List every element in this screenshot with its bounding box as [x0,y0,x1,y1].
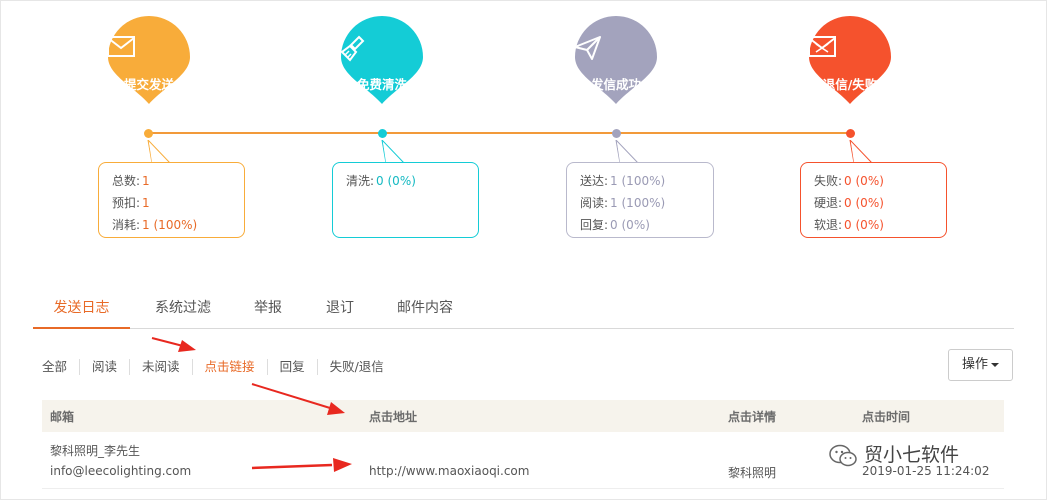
tab-system-filter[interactable]: 系统过滤 [143,290,223,327]
stage-pin-clean: 免费清洗 [339,15,425,105]
stat-row: 阅读: 1 (100%) [567,192,713,214]
caret-down-icon [991,362,999,367]
stat-row: 软退: 0 (0%) [801,214,946,236]
stats-box-submit: 总数: 1 预扣: 1 消耗: 1 (100%) [98,162,245,238]
stat-label: 回复: [580,218,609,232]
stage-label: 退信/失败 [822,77,878,92]
stage-dot-clean [378,129,387,138]
stat-value: 0 (0%) [376,174,416,188]
stat-value: 1 (100%) [142,218,198,232]
tab-send-log[interactable]: 发送日志 [33,290,130,329]
stage-pin-success: 发信成功 [573,15,659,105]
stat-value: 0 (0%) [844,218,884,232]
watermark: 贸小七软件 [828,437,959,473]
stats-box-clean: 清洗: 0 (0%) [332,162,479,238]
stage-label: 免费清洗 [356,77,407,92]
stat-label: 阅读: [580,196,609,210]
stage-dot-submit [144,129,153,138]
stat-label: 硬退: [814,196,843,210]
stat-row: 送达: 1 (100%) [567,170,713,192]
operations-label: 操作 [961,357,988,372]
column-header-click-url: 点击地址 [369,410,418,424]
stat-label: 送达: [580,174,609,188]
stat-row: 失败: 0 (0%) [801,170,946,192]
filter-read[interactable]: 阅读 [79,359,129,375]
watermark-text: 贸小七软件 [864,444,960,466]
column-header-click-detail: 点击详情 [728,410,777,424]
stat-row: 预扣: 1 [99,192,244,214]
filter-bar: 全部 阅读 未阅读 点击链接 回复 失败/退信 [42,359,396,379]
stat-value: 1 (100%) [610,196,666,210]
tab-report[interactable]: 举报 [243,290,293,327]
tab-bar: 发送日志 系统过滤 举报 退订 邮件内容 [33,290,1014,329]
stage-label: 发信成功 [590,77,641,92]
stat-value: 0 (0%) [610,218,650,232]
filter-clicked-link[interactable]: 点击链接 [191,359,267,375]
filter-unread[interactable]: 未阅读 [129,359,192,375]
stage-pin-fail: 退信/失败 [807,15,893,105]
stat-value: 0 (0%) [844,196,884,210]
table-header: 邮箱 点击地址 点击详情 点击时间 [42,400,1004,432]
filter-replied[interactable]: 回复 [266,359,317,375]
stats-box-fail: 失败: 0 (0%) 硬退: 0 (0%) 软退: 0 (0%) [800,162,947,238]
stat-value: 1 [142,196,150,210]
stat-row: 总数: 1 [99,170,244,192]
stage-label: 提交发送 [123,77,174,92]
filter-all[interactable]: 全部 [42,359,79,375]
column-header-email: 邮箱 [50,410,75,424]
stat-row: 清洗: 0 (0%) [333,170,478,192]
click-detail: 黎科照明 [728,466,777,480]
stat-value: 1 (100%) [610,174,666,188]
stage-dot-success [612,129,621,138]
pipeline-timeline [148,132,851,134]
operations-dropdown-button[interactable]: 操作 [948,349,1013,381]
stat-label: 总数: [112,174,141,188]
clicked-url-link[interactable]: http://www.maoxiaoqi.com [369,464,529,478]
stat-label: 消耗: [112,218,141,232]
stat-label: 预扣: [112,196,141,210]
stat-row: 回复: 0 (0%) [567,214,713,236]
contact-name: 黎科照明_李先生 [50,444,141,458]
filter-failed-bounced[interactable]: 失败/退信 [316,359,396,375]
stats-box-success: 送达: 1 (100%) 阅读: 1 (100%) 回复: 0 (0%) [566,162,714,238]
stat-value: 0 (0%) [844,174,884,188]
stat-value: 1 [142,174,150,188]
stat-row: 硬退: 0 (0%) [801,192,946,214]
stat-label: 软退: [814,218,843,232]
wechat-icon [829,444,857,466]
tab-mail-content[interactable]: 邮件内容 [385,290,465,327]
tab-unsubscribe[interactable]: 退订 [315,290,365,327]
stat-label: 清洗: [346,174,375,188]
column-header-click-time: 点击时间 [862,410,911,424]
stage-dot-fail [846,129,855,138]
contact-email: info@leecolighting.com [50,464,192,478]
stage-pin-submit: 提交发送 [106,15,192,105]
stat-label: 失败: [814,174,843,188]
stat-row: 消耗: 1 (100%) [99,214,244,236]
